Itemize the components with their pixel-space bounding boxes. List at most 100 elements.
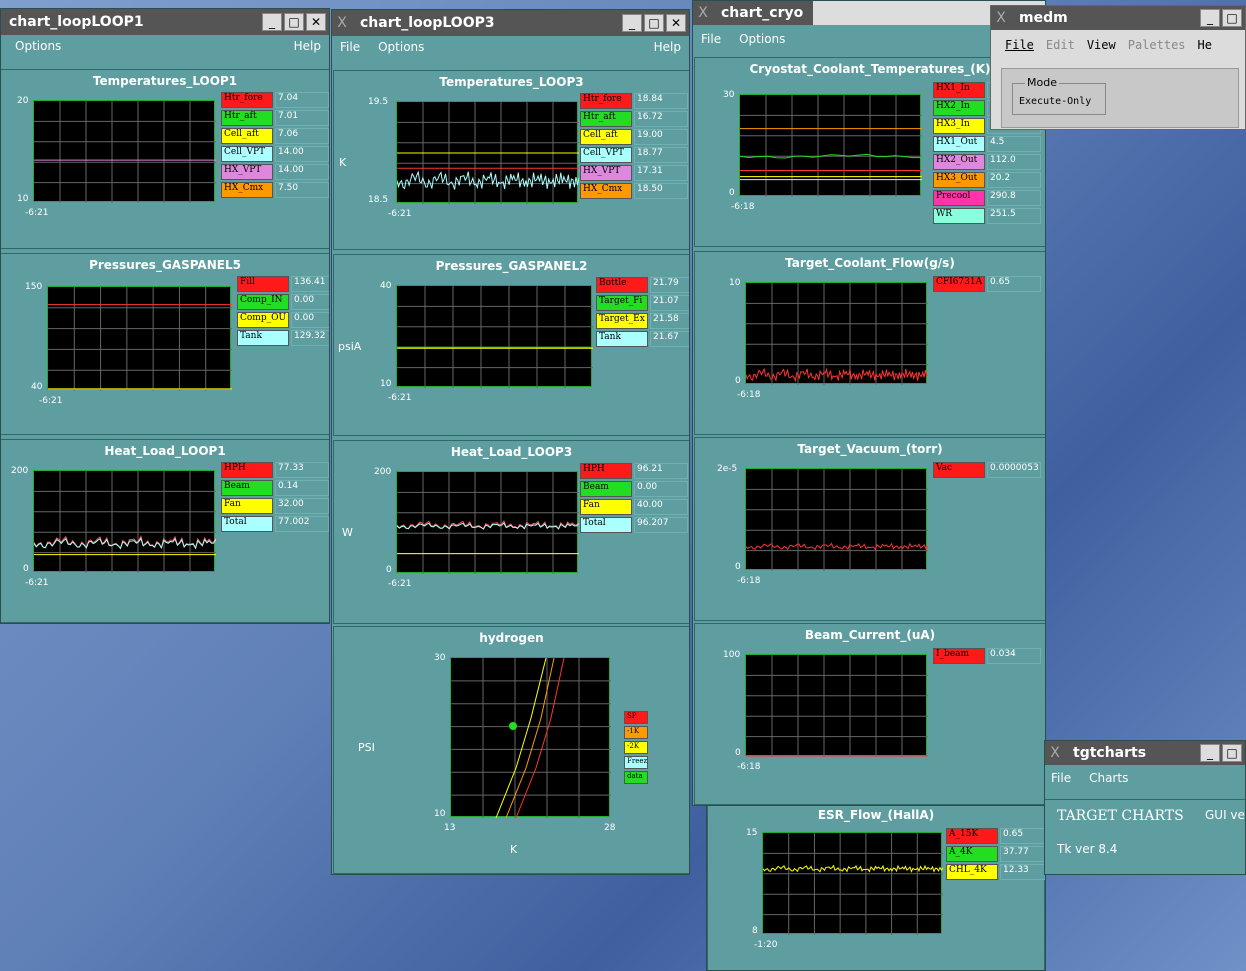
legend-row[interactable]: I_beam 0.034: [933, 648, 1041, 664]
menu-options[interactable]: Options: [739, 32, 785, 46]
legend-row[interactable]: WR 251.5: [933, 208, 1041, 224]
maximize-icon[interactable]: □: [644, 14, 664, 32]
mode-value[interactable]: Execute-Only: [1019, 96, 1091, 107]
tk-version: Tk ver 8.4: [1057, 842, 1118, 856]
menu-help[interactable]: Help: [294, 39, 321, 53]
legend-row[interactable]: HPH 96.21: [580, 463, 688, 479]
minimize-icon[interactable]: _: [622, 14, 642, 32]
plot-area[interactable]: [396, 101, 579, 204]
heat-load-loop3-panel: Heat_Load_LOOP3 200 0 -6:21 W HPH 96.21 Beam 0.0…: [333, 440, 689, 624]
legend-row[interactable]: Tank 21.67: [596, 331, 689, 347]
plot-area[interactable]: [745, 654, 928, 757]
menu-view[interactable]: View: [1087, 38, 1116, 52]
y-max-label: 30: [434, 653, 446, 663]
plot-area[interactable]: [47, 286, 232, 391]
legend-row[interactable]: HX_VPT 14.00: [221, 164, 329, 180]
title-bar[interactable]: X medm _ □: [991, 6, 1245, 30]
minimize-icon[interactable]: _: [1200, 744, 1220, 762]
plot-area[interactable]: [745, 282, 928, 385]
plot-area[interactable]: [396, 471, 579, 574]
legend-row[interactable]: Htr_aft 16.72: [580, 111, 688, 127]
legend-row[interactable]: Bottle 21.79: [596, 277, 689, 293]
grid-lines: [397, 472, 579, 574]
legend-row[interactable]: Fan 40.00: [580, 499, 688, 515]
menu-options[interactable]: Options: [378, 40, 424, 54]
data-point: [509, 722, 517, 730]
menu-file[interactable]: File: [340, 40, 360, 54]
legend-row[interactable]: Beam 0.00: [580, 481, 688, 497]
legend-row[interactable]: SP: [624, 711, 648, 724]
trace-noisy: [34, 537, 216, 550]
menu-file[interactable]: File: [701, 32, 721, 46]
y-max-label: 20: [17, 96, 29, 106]
legend-row[interactable]: A_15K 0.65: [946, 828, 1045, 844]
legend-row[interactable]: Freez: [624, 756, 648, 769]
legend-row[interactable]: HX2_Out 112.0: [933, 154, 1041, 170]
legend-row[interactable]: HX_Cmx 7.50: [221, 182, 329, 198]
plot-area[interactable]: [33, 470, 216, 573]
legend-row[interactable]: -2K: [624, 741, 648, 754]
y-min-label: 0: [735, 562, 741, 572]
legend-row[interactable]: Htr_fore 18.84: [580, 93, 688, 109]
legend-row[interactable]: Beam 0.14: [221, 480, 329, 496]
legend-row[interactable]: HX1_Out 4.5: [933, 136, 1041, 152]
title-bar[interactable]: X tgtcharts _ □: [1045, 741, 1245, 765]
plot-area[interactable]: [396, 285, 593, 388]
legend-row[interactable]: Tank 129.32: [237, 330, 329, 346]
legend-row[interactable]: Fill 136.41: [237, 276, 329, 292]
menu-options[interactable]: Options: [15, 39, 61, 53]
legend-row[interactable]: HX_Cmx 18.50: [580, 183, 688, 199]
legend-row[interactable]: data: [624, 771, 648, 784]
legend-label: WR: [933, 208, 985, 224]
close-icon[interactable]: ✕: [306, 13, 326, 31]
legend-row[interactable]: Fan 32.00: [221, 498, 329, 514]
legend-row[interactable]: Comp_IN 0.00: [237, 294, 329, 310]
legend-row[interactable]: CHL_4K 12.33: [946, 864, 1045, 880]
legend-row[interactable]: -1K: [624, 726, 648, 739]
legend-row[interactable]: Precool 290.8: [933, 190, 1041, 206]
legend-row[interactable]: Cell_aft 19.00: [580, 129, 688, 145]
legend-row[interactable]: Total 96.207: [580, 517, 688, 533]
legend-row[interactable]: Htr_fore 7.04: [221, 92, 329, 108]
minimize-icon[interactable]: _: [262, 13, 282, 31]
legend-row[interactable]: Comp_OU 0.00: [237, 312, 329, 328]
plot-area[interactable]: [762, 832, 943, 935]
legend-row[interactable]: HPH 77.33: [221, 462, 329, 478]
legend: HPH 77.33 Beam 0.14 Fan 32.00 Total 77.002: [221, 462, 329, 534]
legend-row[interactable]: HX3_Out 20.2: [933, 172, 1041, 188]
minimize-icon[interactable]: _: [1200, 9, 1220, 27]
menu-palettes[interactable]: Palettes: [1128, 38, 1186, 52]
plot-area[interactable]: [745, 468, 928, 571]
legend-row[interactable]: Cell_VPT 14.00: [221, 146, 329, 162]
legend-row[interactable]: Target_Ex 21.58: [596, 313, 689, 329]
legend-row[interactable]: A_4K 37.77: [946, 846, 1045, 862]
legend-row[interactable]: CFI6731A 0.65: [933, 276, 1041, 292]
pressures-gaspanel2-panel: Pressures_GASPANEL2 40 10 -6:21 psiA Bottle 21…: [333, 254, 689, 436]
maximize-icon[interactable]: □: [284, 13, 304, 31]
plot-area[interactable]: [33, 100, 216, 203]
legend-row[interactable]: Total 77.002: [221, 516, 329, 532]
title-bar[interactable]: X chart_loopLOOP3 _ □ ✕: [332, 10, 689, 36]
legend-label: Cell_aft: [580, 129, 632, 145]
menu-help[interactable]: He: [1198, 38, 1212, 52]
menu-file[interactable]: File: [1051, 771, 1071, 785]
y-max-label: 100: [723, 650, 741, 660]
legend-row[interactable]: HX_VPT 17.31: [580, 165, 688, 181]
legend-row[interactable]: Cell_VPT 18.77: [580, 147, 688, 163]
plot-area[interactable]: [450, 657, 611, 818]
menu-help[interactable]: Help: [654, 40, 681, 54]
legend-row[interactable]: Cell_aft 7.06: [221, 128, 329, 144]
maximize-icon[interactable]: □: [1222, 9, 1242, 27]
close-icon[interactable]: ✕: [666, 14, 686, 32]
maximize-icon[interactable]: □: [1222, 744, 1242, 762]
loop1-window: chart_loopLOOP1 _ □ ✕ Options Help Tempera…: [0, 8, 330, 624]
menu-edit[interactable]: Edit: [1046, 38, 1075, 52]
title-bar[interactable]: chart_loopLOOP1 _ □ ✕: [1, 9, 329, 35]
grid-lines: [740, 95, 922, 197]
legend-row[interactable]: Target_Fi 21.07: [596, 295, 689, 311]
menu-file[interactable]: File: [1005, 38, 1034, 52]
legend-row[interactable]: Htr_aft 7.01: [221, 110, 329, 126]
plot-area[interactable]: [739, 94, 922, 197]
menu-charts[interactable]: Charts: [1089, 771, 1128, 785]
legend-row[interactable]: Vac 0.0000053: [933, 462, 1041, 478]
